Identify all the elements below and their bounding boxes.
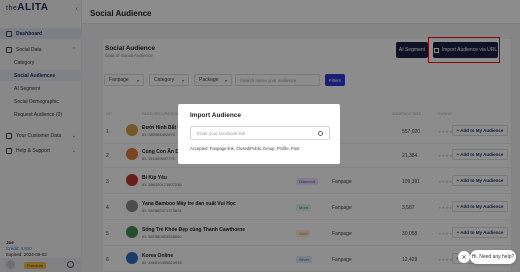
help-chat-button[interactable]: Hi. Need any help?: [470, 250, 516, 264]
facebook-link-input[interactable]: Enter your facebook link: [190, 126, 330, 140]
search-icon[interactable]: [318, 130, 323, 136]
input-placeholder: Enter your facebook link: [197, 130, 246, 136]
modal-title: Import Audience: [190, 112, 242, 119]
import-audience-modal: Import Audience Enter your facebook link…: [178, 104, 340, 164]
accepted-note: Accepted: Fanpage link, Closed/Public Gr…: [190, 146, 300, 151]
close-help-button[interactable]: ✕: [458, 251, 470, 263]
